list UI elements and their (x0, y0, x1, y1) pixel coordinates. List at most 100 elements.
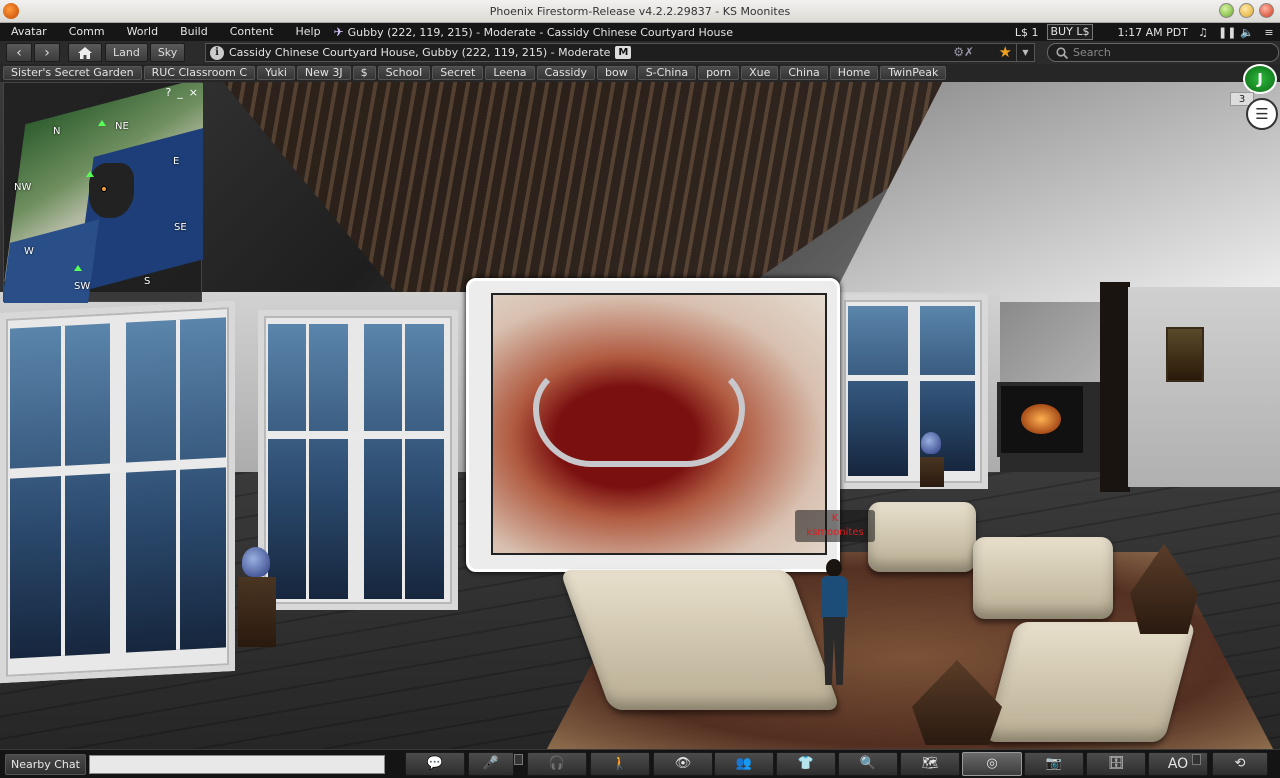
land-button[interactable]: Land (105, 43, 148, 62)
favorite-star-icon[interactable]: ★ (999, 44, 1012, 61)
speak-button[interactable]: 🎤 (468, 752, 523, 776)
chat-input[interactable] (88, 754, 385, 774)
voice-options-toggle[interactable] (514, 754, 523, 765)
fireplace-picture (997, 382, 1087, 457)
info-icon[interactable]: i (210, 45, 224, 60)
favorite-item[interactable]: Cassidy (536, 66, 595, 80)
menu-avatar[interactable]: Avatar (0, 23, 58, 41)
app-icon (3, 3, 19, 19)
address-bar[interactable]: i Cassidy Chinese Courtyard House, Gubby… (205, 43, 1035, 62)
minimize-window-button[interactable] (1219, 3, 1234, 18)
search-field[interactable]: Search (1047, 43, 1279, 62)
avatar-name-tag: K ksmoonites (795, 510, 875, 542)
sofa-right[interactable] (983, 622, 1197, 742)
favorite-item[interactable]: RUC Classroom C (143, 66, 256, 80)
armchair-back-left[interactable] (868, 502, 976, 572)
pedestal-left (238, 577, 276, 647)
favorite-item[interactable]: Yuki (257, 66, 295, 80)
menu-world[interactable]: World (116, 23, 170, 41)
minimap-minimize-button[interactable]: _ (177, 86, 183, 99)
balance-text: L$ 1 (1014, 25, 1039, 39)
pause-icon[interactable]: ❚❚ (1218, 26, 1236, 39)
view-button[interactable]: 👁 (653, 752, 713, 776)
ao-label: AO (1167, 756, 1189, 772)
buy-currency-button[interactable]: BUY L$ (1046, 24, 1094, 40)
search-button[interactable]: 🔍 (838, 752, 898, 776)
wall-painting (1166, 327, 1204, 382)
radar-button[interactable]: J (1243, 64, 1277, 94)
favorite-item[interactable]: New 3J (296, 66, 351, 80)
favorite-item[interactable]: School (377, 66, 431, 80)
minimap-help-button[interactable]: ? (165, 86, 171, 99)
back-button[interactable]: ‹ (6, 43, 32, 62)
favorite-item[interactable]: TwinPeak (880, 66, 947, 80)
ao-options-toggle[interactable] (1192, 754, 1201, 765)
armchair-back-right[interactable] (973, 537, 1113, 619)
favorites-bar: Sister's Secret Garden RUC Classroom C Y… (0, 64, 1280, 82)
volume-icon[interactable]: 🔈 (1240, 26, 1254, 39)
favorite-item[interactable]: China (780, 66, 828, 80)
favorite-item[interactable]: Secret (432, 66, 484, 80)
navigation-bar: ‹ › Land Sky i Cassidy Chinese Courtyard… (0, 41, 1280, 64)
menu-comm[interactable]: Comm (58, 23, 116, 41)
media-screen[interactable] (466, 278, 840, 572)
favorite-item[interactable]: bow (596, 66, 636, 80)
minimap-button[interactable]: ◎ (962, 752, 1022, 776)
forward-arrow-icon: › (44, 44, 50, 61)
world-map-button[interactable]: 🗺 (900, 752, 960, 776)
minimap-building (89, 163, 134, 218)
favorite-item[interactable]: S-China (637, 66, 697, 80)
notifications-list-icon: ☰ (1255, 105, 1269, 123)
move-button[interactable]: 🚶 (590, 752, 650, 776)
headphones-icon: 🎧 (548, 756, 566, 771)
appearance-button[interactable]: 👕 (776, 752, 836, 776)
ao-button[interactable]: AO (1148, 752, 1208, 776)
radar-icon: ◎ (986, 756, 998, 771)
sky-button[interactable]: Sky (149, 43, 186, 62)
menu-build[interactable]: Build (169, 23, 219, 41)
favorite-item[interactable]: porn (698, 66, 740, 80)
nearby-chat-button[interactable]: Nearby Chat (5, 753, 86, 775)
conversations-button[interactable]: 💬 (405, 752, 465, 776)
eye-icon: 👁 (674, 756, 692, 771)
minimap-east: E (173, 156, 180, 167)
people-button[interactable]: 👥 (714, 752, 774, 776)
people-icon: 👥 (735, 756, 753, 771)
favorite-item[interactable]: Sister's Secret Garden (3, 66, 142, 80)
close-window-button[interactable] (1259, 3, 1274, 18)
favorite-item[interactable]: $ (352, 66, 376, 80)
menubar: Avatar Comm World Build Content Help ✈ G… (0, 23, 1280, 41)
avatar-name: ksmoonites (806, 527, 864, 538)
forward-button[interactable]: › (34, 43, 60, 62)
minimap-canvas[interactable] (4, 83, 203, 303)
home-button[interactable] (68, 43, 102, 62)
menu-options-icon[interactable]: ≡ (1262, 26, 1276, 39)
maximize-window-button[interactable] (1239, 3, 1254, 18)
pedestal-window (920, 457, 944, 487)
snapshot-button[interactable]: 📷 (1024, 752, 1084, 776)
menu-help[interactable]: Help (284, 23, 331, 41)
minimap-southwest: SW (74, 281, 91, 292)
favorite-item[interactable]: Home (829, 66, 879, 80)
favorite-item[interactable]: Xue (741, 66, 779, 80)
favorite-item[interactable]: Leena (485, 66, 535, 80)
window-title: Phoenix Firestorm-Release v4.2.2.29837 -… (489, 5, 791, 18)
minimap-avatar-marker (98, 120, 106, 126)
minimap-south: S (144, 276, 151, 287)
ao-sit-button[interactable]: ⟲ (1212, 752, 1268, 776)
menu-content[interactable]: Content (219, 23, 285, 41)
search-icon (1056, 46, 1068, 59)
minimap-close-button[interactable]: × (189, 86, 198, 99)
address-dropdown-icon[interactable]: ▼ (1016, 44, 1034, 61)
minimap-panel[interactable]: N NE E SE S SW W NW ? _ × (3, 82, 203, 303)
menubar-location[interactable]: ✈ Gubby (222, 119, 215) - Moderate - Cas… (334, 25, 733, 39)
notifications-button[interactable]: ☰ (1246, 98, 1278, 130)
window-controls (1219, 3, 1274, 18)
avatar-location-icon: ✈ (333, 25, 344, 39)
inventory-button[interactable]: 🗄 (1086, 752, 1146, 776)
voice-button[interactable]: 🎧 (527, 752, 587, 776)
right-window (838, 294, 988, 489)
music-icon[interactable]: ♫ (1196, 26, 1210, 39)
shirt-icon: 👕 (797, 756, 815, 771)
avatar[interactable] (812, 559, 856, 687)
